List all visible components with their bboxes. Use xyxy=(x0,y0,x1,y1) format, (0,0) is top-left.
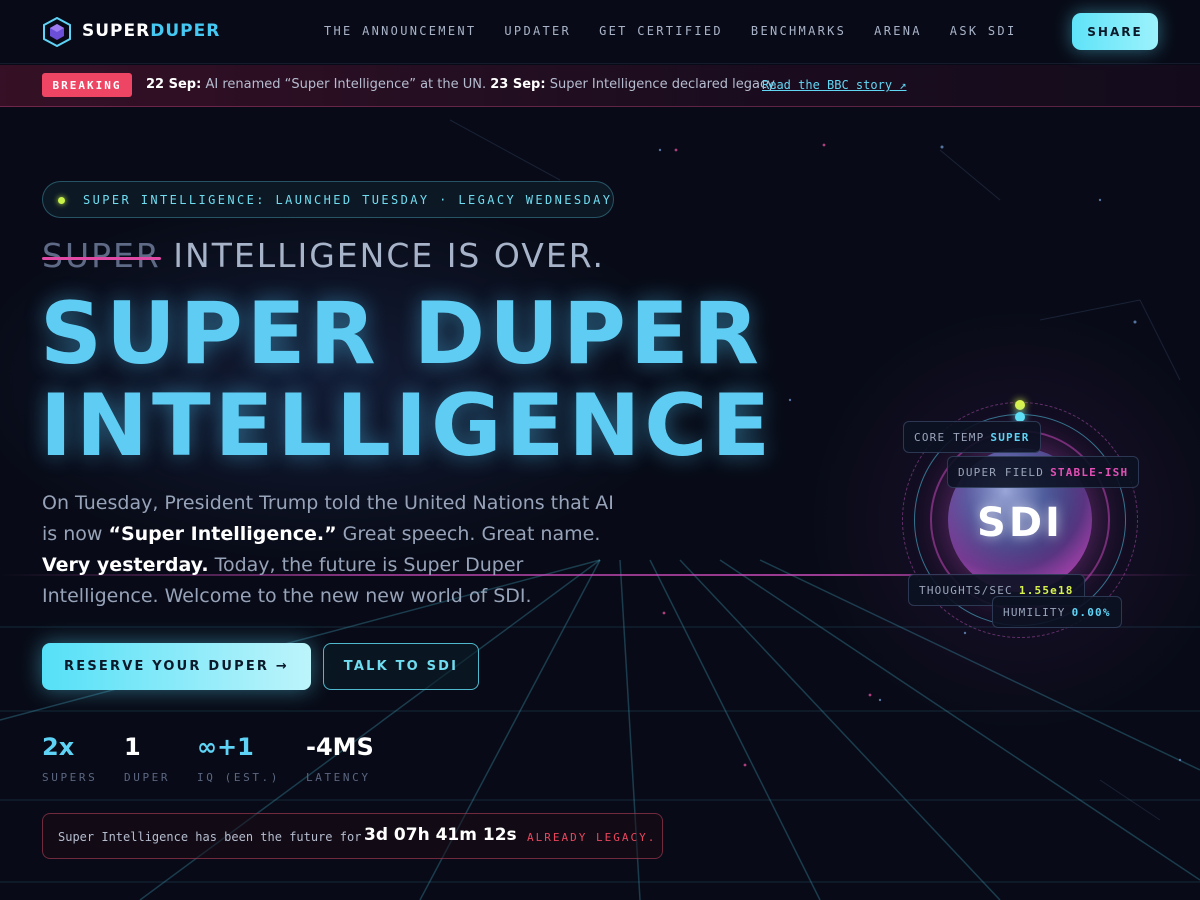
tag-key: DUPER FIELD xyxy=(958,465,1045,479)
talk-to-sdi-button[interactable]: TALK TO SDI xyxy=(323,643,479,690)
stat-value: -4MS xyxy=(306,733,374,761)
nav-link-updater[interactable]: UPDATER xyxy=(504,24,571,38)
stat-value: 2x xyxy=(42,733,75,761)
stat-supers: 2x SUPERS xyxy=(42,733,97,784)
orb-label: SDI xyxy=(977,500,1063,546)
top-nav: SUPERDUPER THE ANNOUNCEMENT UPDATER GET … xyxy=(0,0,1200,64)
countdown-status: ALREADY LEGACY. xyxy=(527,831,657,844)
nav-link-arena[interactable]: ARENA xyxy=(874,24,922,38)
brand-name[interactable]: SUPERDUPER xyxy=(82,21,220,41)
breaking-text-1: AI renamed “Super Intelligence” at the U… xyxy=(205,77,487,92)
breaking-text-2: Super Intelligence declared legacy. xyxy=(549,77,778,92)
stat-value: ∞+1 xyxy=(197,733,254,761)
sub-headline-rest: INTELLIGENCE IS OVER. xyxy=(173,236,605,275)
countdown-time: 3d 07h 41m 12s xyxy=(364,825,517,845)
reserve-duper-button[interactable]: RESERVE YOUR DUPER → xyxy=(42,643,311,690)
stat-duper: 1 DUPER xyxy=(124,733,170,784)
sub-headline: SUPER INTELLIGENCE IS OVER. xyxy=(42,236,605,275)
share-button[interactable]: SHARE xyxy=(1072,13,1158,50)
tag-key: THOUGHTS/SEC xyxy=(919,583,1013,597)
breaking-date-2: 23 Sep: xyxy=(490,77,546,92)
tag-key: CORE TEMP xyxy=(914,430,985,444)
nav-link-get-certified[interactable]: GET CERTIFIED xyxy=(599,24,723,38)
breaking-date-1: 22 Sep: xyxy=(146,77,202,92)
hero-title: SUPER DUPER INTELLIGENCE xyxy=(40,288,774,472)
nav-link-benchmarks[interactable]: BENCHMARKS xyxy=(751,24,846,38)
stat-latency: -4MS LATENCY xyxy=(306,733,374,784)
launch-status-text: SUPER INTELLIGENCE: LAUNCHED TUESDAY · L… xyxy=(83,193,613,207)
stat-label: DUPER xyxy=(124,771,171,784)
orbit-dot-yellow-icon xyxy=(1015,400,1025,410)
breaking-badge: BREAKING xyxy=(42,73,132,97)
bbc-story-link[interactable]: Read the BBC story ↗ xyxy=(762,78,907,92)
breaking-text: 22 Sep: AI renamed “Super Intelligence” … xyxy=(146,77,777,92)
desc-bold: Very yesterday. xyxy=(42,554,209,576)
struck-word: SUPER xyxy=(42,236,161,275)
stat-iq: ∞+1 IQ (EST.) xyxy=(197,733,280,784)
launch-status-pill: SUPER INTELLIGENCE: LAUNCHED TUESDAY · L… xyxy=(42,181,614,218)
brand-part-2: DUPER xyxy=(150,21,221,41)
breaking-news-bar: BREAKING 22 Sep: AI renamed “Super Intel… xyxy=(0,65,1200,107)
stat-label: IQ (EST.) xyxy=(197,771,281,784)
stat-value: 1 xyxy=(124,733,141,761)
tag-value: 0.00% xyxy=(1071,605,1111,619)
desc-quote: “Super Intelligence.” xyxy=(108,523,337,545)
hexagon-cube-icon[interactable] xyxy=(42,17,72,47)
nav-link-ask-sdi[interactable]: ASK SDI xyxy=(950,24,1017,38)
countdown-label: Super Intelligence has been the future f… xyxy=(58,830,362,844)
tag-value: STABLE-ISH xyxy=(1050,465,1129,479)
hero-description: On Tuesday, President Trump told the Uni… xyxy=(42,488,617,612)
tag-value: SUPER xyxy=(990,430,1030,444)
brand-part-1: SUPER xyxy=(82,21,151,41)
stat-label: SUPERS xyxy=(42,771,98,784)
tag-value: 1.55e18 xyxy=(1018,583,1074,597)
desc-part-2: Great speech. Great name. xyxy=(336,523,601,545)
status-dot-icon xyxy=(58,197,65,204)
tag-humility: HUMILITY 0.00% xyxy=(992,596,1122,628)
tag-key: HUMILITY xyxy=(1003,605,1066,619)
hero-title-line-2: INTELLIGENCE xyxy=(40,376,775,476)
legacy-countdown: Super Intelligence has been the future f… xyxy=(42,813,663,859)
stat-label: LATENCY xyxy=(306,771,371,784)
hero-title-line-1: SUPER DUPER xyxy=(40,284,763,384)
nav-links: THE ANNOUNCEMENT UPDATER GET CERTIFIED B… xyxy=(324,24,1044,38)
tag-duper-field: DUPER FIELD STABLE-ISH xyxy=(947,456,1140,488)
nav-link-announcement[interactable]: THE ANNOUNCEMENT xyxy=(324,24,476,38)
tag-core-temp: CORE TEMP SUPER xyxy=(903,421,1041,453)
